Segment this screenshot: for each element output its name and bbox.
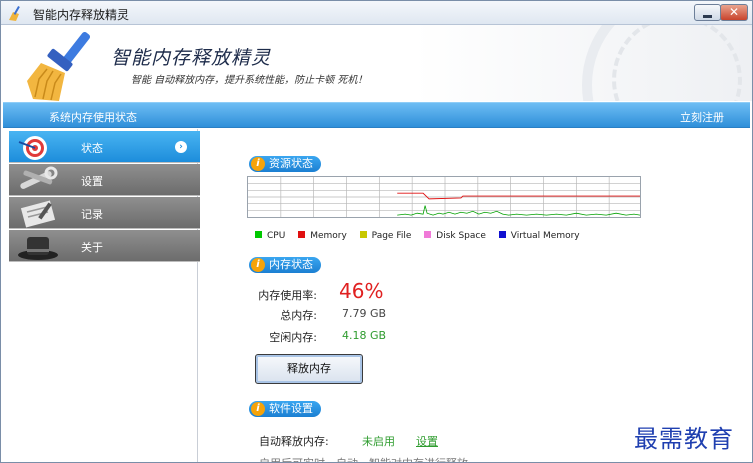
close-button[interactable]: ✕: [720, 4, 748, 21]
memory-status-title: 内存状态: [269, 258, 313, 271]
info-icon: i: [251, 402, 265, 416]
broom-logo-icon: [27, 31, 91, 101]
legend-item: Disk Space: [424, 231, 486, 241]
app-header: 智能内存释放精灵 智能 自动释放内存，提升系统性能，防止卡顿 死机！: [1, 25, 752, 101]
resource-graph: [247, 176, 641, 218]
title-bar[interactable]: 智能内存释放精灵 ✕: [1, 1, 752, 25]
minimize-button[interactable]: [694, 4, 721, 21]
app-window: 智能内存释放精灵 ✕ 智能内存释放精灵 智能 自动释放内存，提升系统性能，防止卡…: [0, 0, 753, 463]
info-icon: i: [251, 157, 265, 171]
broom-icon: [9, 6, 20, 21]
section-title: 系统内存使用状态: [49, 111, 137, 124]
register-link[interactable]: 立刻注册: [680, 109, 724, 125]
resource-status-header: i 资源状态: [249, 156, 321, 172]
section-bar: 系统内存使用状态 立刻注册: [3, 102, 750, 128]
legend-item: Page File: [359, 231, 411, 241]
sidebar-item-log[interactable]: 记录: [9, 197, 200, 229]
info-icon: i: [251, 258, 265, 272]
memory-status-header: i 内存状态: [249, 257, 321, 273]
auto-release-label: 自动释放内存:: [259, 435, 329, 448]
tools-icon: [20, 166, 58, 189]
software-settings-title: 软件设置: [269, 402, 313, 415]
window-title: 智能内存释放精灵: [33, 8, 130, 22]
auto-release-settings-link[interactable]: 设置: [416, 433, 438, 449]
sidebar-item-label: 设置: [81, 175, 103, 188]
clipboard-icon: [20, 200, 56, 228]
chevron-right-icon: ›: [175, 141, 187, 153]
auto-release-hint: 启用后可实时，自动，智能对内存进行释放。: [259, 455, 479, 462]
total-value: 7.79 GB: [342, 307, 387, 320]
main-content: i 资源状态 CPU Memory Page File Disk Space V…: [199, 129, 752, 462]
watermark-text: 最需教育: [634, 425, 734, 453]
total-label: 总内存:: [280, 309, 317, 322]
legend-item: CPU: [255, 231, 285, 241]
auto-release-status: 未启用: [362, 435, 395, 448]
decor-ring-inner: [612, 25, 742, 101]
release-memory-button[interactable]: 释放内存: [255, 354, 363, 384]
sidebar-item-status[interactable]: 状态 ›: [9, 131, 200, 163]
graph-legend: CPU Memory Page File Disk Space Virtual …: [255, 231, 590, 241]
sidebar-item-about[interactable]: 关于: [9, 230, 200, 262]
legend-swatch: [359, 231, 367, 238]
usage-label: 内存使用率:: [258, 289, 317, 302]
memory-series-line: [397, 192, 640, 200]
legend-swatch: [255, 231, 262, 238]
close-icon: ✕: [728, 5, 740, 19]
app-name: 智能内存释放精灵: [111, 47, 272, 69]
sidebar-item-label: 记录: [81, 208, 103, 221]
sidebar-item-label: 状态: [81, 142, 103, 155]
target-icon: [18, 136, 47, 160]
resource-status-title: 资源状态: [269, 157, 313, 170]
sidebar: 状态 › 设置 记录 关于: [3, 129, 200, 462]
legend-item: Memory: [298, 231, 347, 241]
software-settings-header: i 软件设置: [249, 401, 321, 417]
legend-swatch: [498, 231, 506, 238]
free-label: 空闲内存:: [269, 331, 317, 344]
hat-icon: [18, 237, 58, 260]
free-value: 4.18 GB: [342, 329, 387, 342]
app-slogan: 智能 自动释放内存，提升系统性能，防止卡顿 死机！: [131, 75, 368, 86]
sidebar-item-settings[interactable]: 设置: [9, 164, 200, 196]
legend-swatch: [298, 231, 306, 238]
usage-value: 46%: [339, 279, 384, 303]
sidebar-item-label: 关于: [81, 241, 103, 254]
legend-item: Virtual Memory: [498, 231, 580, 241]
legend-swatch: [424, 231, 432, 238]
